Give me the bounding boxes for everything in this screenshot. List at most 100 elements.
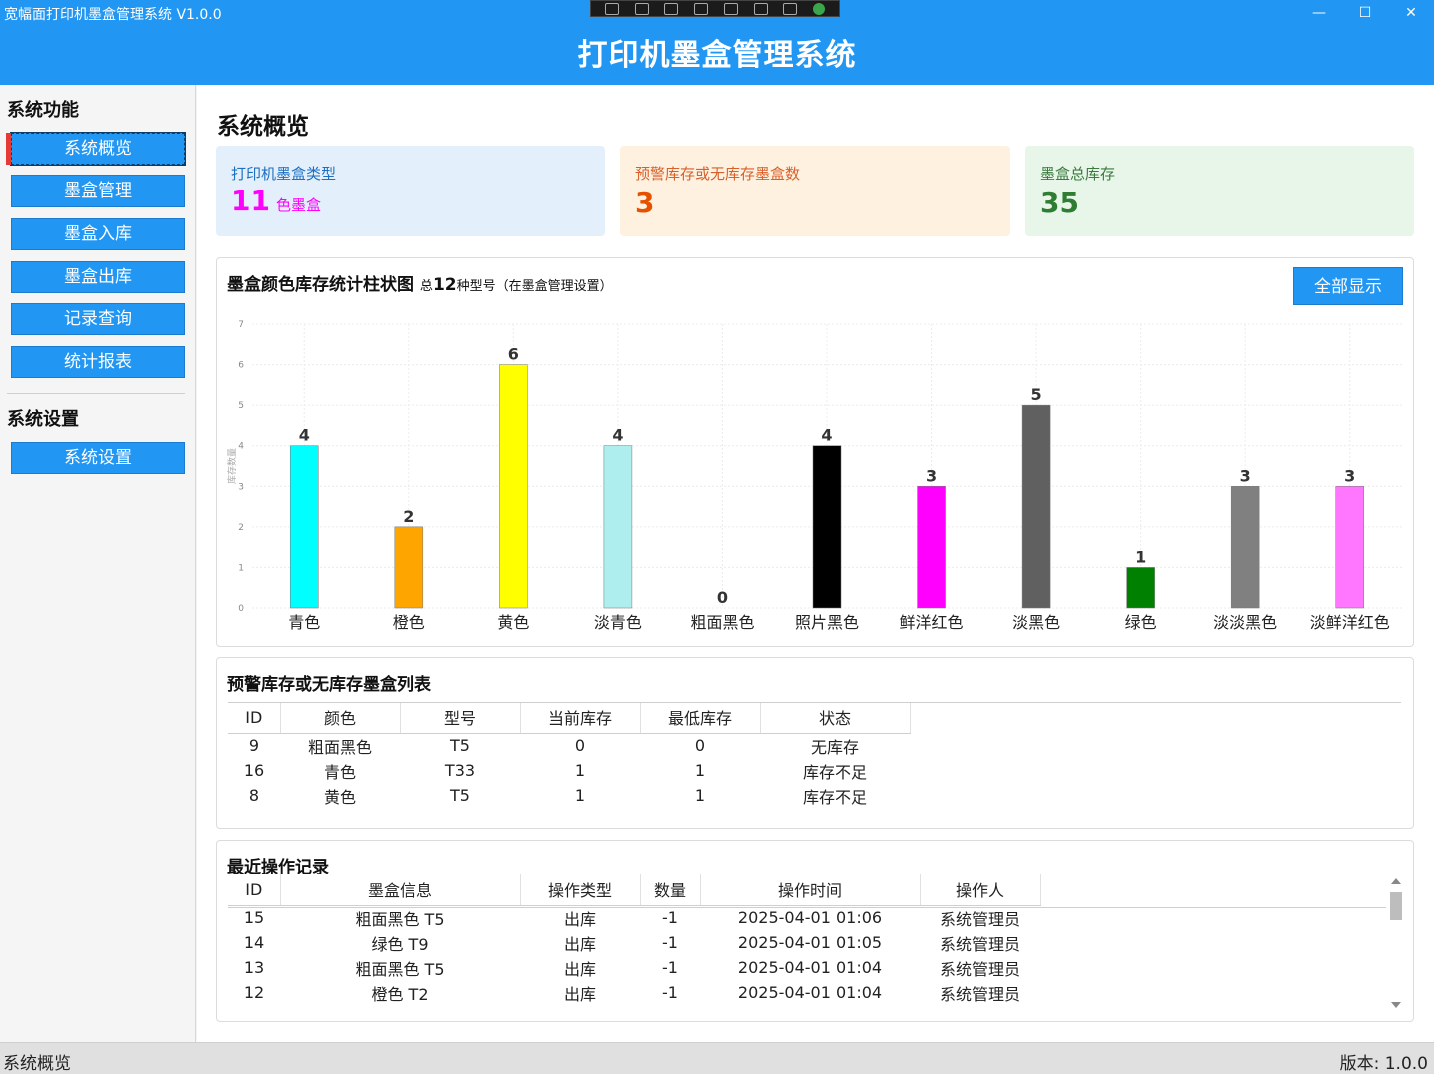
records-scrollbar[interactable] — [1389, 878, 1403, 1008]
column-header[interactable]: 操作人 — [920, 874, 1041, 906]
y-tick-label: 3 — [238, 482, 244, 492]
hot-reload-icon[interactable] — [753, 2, 768, 15]
bar — [394, 526, 424, 609]
column-header[interactable]: 操作类型 — [520, 874, 641, 906]
scroll-down-icon[interactable] — [1391, 1002, 1401, 1008]
check-icon[interactable] — [813, 2, 826, 15]
x-tick-label: 橙色 — [393, 613, 425, 632]
table-cell: 黄色 — [323, 787, 356, 807]
x-tick-label: 鲜洋红色 — [900, 613, 964, 632]
table-cell: T5 — [450, 736, 470, 756]
table-cell: 系统管理员 — [939, 909, 1020, 929]
data-label: 6 — [508, 345, 519, 364]
table-cell: -1 — [662, 983, 678, 1002]
sidebar-section-functions: 系统功能 — [7, 100, 79, 121]
y-tick-label: 4 — [238, 442, 244, 452]
warning-row[interactable]: 8 黄色 T5 1 1 库存不足 — [228, 783, 910, 808]
scroll-up-icon[interactable] — [1391, 878, 1401, 884]
record-row[interactable]: 12 橙色 T2 出库 -1 2025-04-01 01:04 系统管理员 — [228, 980, 1040, 1005]
sidebar-item-stock-out[interactable]: 墨盒出库 — [11, 261, 185, 293]
column-header[interactable]: 型号 — [400, 702, 521, 734]
card-label: 打印机墨盒类型 — [231, 165, 337, 183]
display-layout-icon[interactable] — [634, 2, 649, 15]
adorner-icon[interactable] — [694, 2, 709, 15]
table-cell: 14 — [243, 933, 265, 952]
table-cell: 出库 — [563, 934, 596, 954]
table-cell: -1 — [662, 933, 678, 952]
column-header[interactable]: 最低库存 — [640, 702, 761, 734]
table-cell: 2025-04-01 01:04 — [737, 958, 883, 977]
card-value-number: 11 — [231, 184, 270, 217]
table-cell: 出库 — [563, 959, 596, 979]
column-header[interactable]: 当前库存 — [520, 702, 641, 734]
pointer-icon[interactable] — [664, 2, 679, 15]
accessibility-icon[interactable] — [783, 2, 798, 15]
table-cell: 8 — [248, 786, 260, 805]
column-header[interactable]: 状态 — [760, 702, 911, 734]
card-cartridge-types: 打印机墨盒类型 11 色墨盒 — [216, 146, 605, 236]
chart-subtitle: 总12种型号（在墨盒管理设置） — [419, 275, 613, 295]
records-table: ID 墨盒信息 操作类型 数量 操作时间 操作人 15 粗面黑色 T5 出库 -1 2025-04… — [228, 874, 1041, 1005]
window-title: 宽幅面打印机墨盒管理系统 V1.0.0 — [4, 7, 222, 23]
table-cell: 粗面黑色 — [307, 737, 372, 757]
record-row[interactable]: 14 绿色 T9 出库 -1 2025-04-01 01:05 系统管理员 — [228, 930, 1040, 955]
table-cell: 2025-04-01 01:04 — [737, 983, 883, 1002]
chart-title: 墨盒颜色库存统计柱状图 总12种型号（在墨盒管理设置） — [227, 270, 613, 295]
column-header[interactable]: ID — [228, 702, 281, 734]
bar — [603, 445, 633, 609]
warning-row[interactable]: 16 青色 T33 1 1 库存不足 — [228, 758, 910, 783]
sidebar-item-stock-in[interactable]: 墨盒入库 — [11, 218, 185, 250]
column-header[interactable]: 操作时间 — [700, 874, 921, 906]
table-cell: 15 — [243, 908, 265, 928]
data-label: 5 — [1031, 385, 1042, 404]
sidebar: 系统功能 系统概览 墨盒管理 墨盒入库 墨盒出库 记录查询 统计报表 系统设置 … — [0, 85, 196, 1042]
sidebar-item-statistics[interactable]: 统计报表 — [11, 346, 185, 378]
column-header[interactable]: 数量 — [640, 874, 701, 906]
record-row[interactable]: 13 粗面黑色 T5 出库 -1 2025-04-01 01:04 系统管理员 — [228, 955, 1040, 980]
close-button[interactable]: ✕ — [1396, 2, 1426, 24]
x-tick-label: 照片黑色 — [795, 613, 859, 632]
table-cell: 出库 — [563, 984, 596, 1004]
column-header[interactable]: 墨盒信息 — [280, 874, 521, 906]
card-warning-count: 预警库存或无库存墨盒数 3 — [620, 146, 1010, 236]
chart-subtitle-prefix: 总 — [419, 279, 433, 294]
card-value: 3 — [635, 186, 654, 219]
sidebar-item-overview[interactable]: 系统概览 — [6, 132, 186, 166]
record-row[interactable]: 15 粗面黑色 T5 出库 -1 2025-04-01 01:06 系统管理员 — [228, 905, 1040, 930]
card-value-unit: 色墨盒 — [275, 196, 321, 214]
track-focus-icon[interactable] — [723, 2, 738, 15]
y-tick-label: 6 — [238, 361, 244, 371]
maximize-button[interactable]: ☐ — [1350, 2, 1380, 24]
warning-panel: 预警库存或无库存墨盒列表 ID 颜色 型号 当前库存 最低库存 状态 9 粗面黑色 T5 0 0 无… — [216, 657, 1414, 829]
card-value: 11 色墨盒 — [231, 184, 321, 217]
sidebar-item-label: 墨盒出库 — [64, 267, 132, 287]
scroll-thumb[interactable] — [1390, 892, 1402, 920]
table-cell: 粗面黑色 T5 — [355, 909, 445, 929]
page-title: 系统概览 — [217, 114, 309, 140]
warning-row[interactable]: 9 粗面黑色 T5 0 0 无库存 — [228, 733, 910, 758]
y-tick-label: 2 — [238, 523, 244, 533]
card-label: 墨盒总库存 — [1040, 165, 1116, 183]
data-label: 3 — [1240, 466, 1251, 485]
table-cell: 粗面黑色 T5 — [355, 959, 445, 979]
minimize-button[interactable]: — — [1304, 2, 1334, 24]
table-cell: 9 — [248, 736, 260, 756]
x-tick-label: 淡鲜洋红色 — [1310, 613, 1390, 632]
sidebar-item-system-settings[interactable]: 系统设置 — [11, 442, 185, 474]
column-header[interactable]: ID — [228, 874, 281, 906]
select-element-icon[interactable] — [604, 2, 619, 15]
card-total-stock: 墨盒总库存 35 — [1025, 146, 1414, 236]
show-all-button[interactable]: 全部显示 — [1293, 267, 1403, 305]
x-tick-label: 淡青色 — [594, 613, 642, 632]
app-header: 打印机墨盒管理系统 — [0, 26, 1434, 85]
data-label: 4 — [299, 426, 310, 445]
debug-toolbar[interactable] — [590, 0, 840, 17]
sidebar-item-cartridge-management[interactable]: 墨盒管理 — [11, 175, 185, 207]
bar — [1021, 404, 1051, 609]
status-current-page: 系统概览 — [3, 1054, 71, 1074]
card-value: 35 — [1040, 186, 1079, 219]
sidebar-item-record-query[interactable]: 记录查询 — [11, 303, 185, 335]
sidebar-item-label: 墨盒入库 — [64, 224, 132, 244]
column-header[interactable]: 颜色 — [280, 702, 401, 734]
sidebar-section-settings: 系统设置 — [7, 409, 79, 430]
